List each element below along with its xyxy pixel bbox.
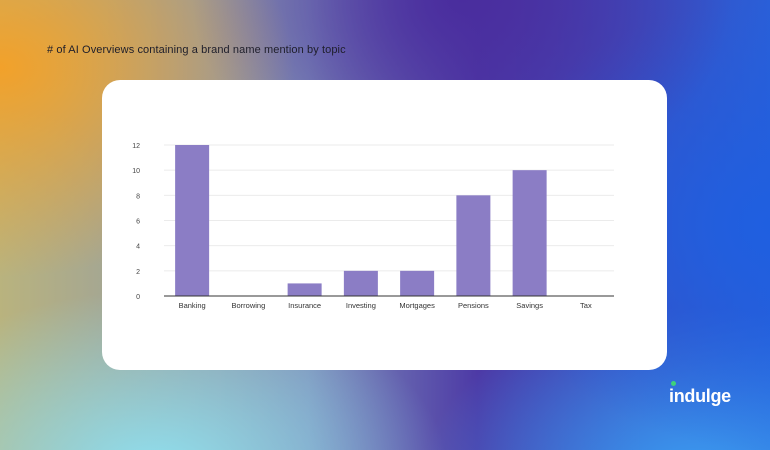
x-tick-label: Banking [179, 301, 206, 310]
x-tick-label: Pensions [458, 301, 489, 310]
x-tick-label: Investing [346, 301, 376, 310]
y-axis-ticks: 0 2 4 6 8 10 12 [132, 143, 140, 301]
y-tick-label: 0 [136, 294, 140, 301]
bar-insurance [287, 283, 322, 296]
bar-banking [175, 145, 210, 296]
chart-title: # of AI Overviews containing a brand nam… [47, 44, 346, 56]
y-tick-label: 8 [136, 193, 140, 200]
bar-savings [512, 170, 547, 296]
y-tick-label: 4 [136, 244, 140, 251]
y-tick-label: 6 [136, 219, 140, 226]
bar-pensions [456, 195, 491, 296]
x-tick-label: Savings [516, 301, 543, 310]
x-tick-label: Insurance [288, 301, 321, 310]
bar-chart: 0 2 4 6 8 10 12 Banking Borrowing Insurance Inves… [132, 143, 614, 310]
y-tick-label: 12 [132, 143, 140, 150]
x-tick-label: Mortgages [399, 301, 435, 310]
bar-mortgages [400, 270, 435, 296]
x-axis-ticks: Banking Borrowing Insurance Investing Mortga… [179, 301, 592, 310]
chart-card: 0 2 4 6 8 10 12 Banking Borrowing Insurance Inves… [102, 80, 667, 370]
y-tick-label: 2 [136, 269, 140, 276]
bar-investing [343, 270, 378, 296]
x-tick-label: Borrowing [231, 301, 265, 310]
indulge-logo: indulge [669, 386, 731, 406]
y-tick-label: 10 [132, 168, 140, 175]
x-tick-label: Tax [580, 301, 592, 310]
